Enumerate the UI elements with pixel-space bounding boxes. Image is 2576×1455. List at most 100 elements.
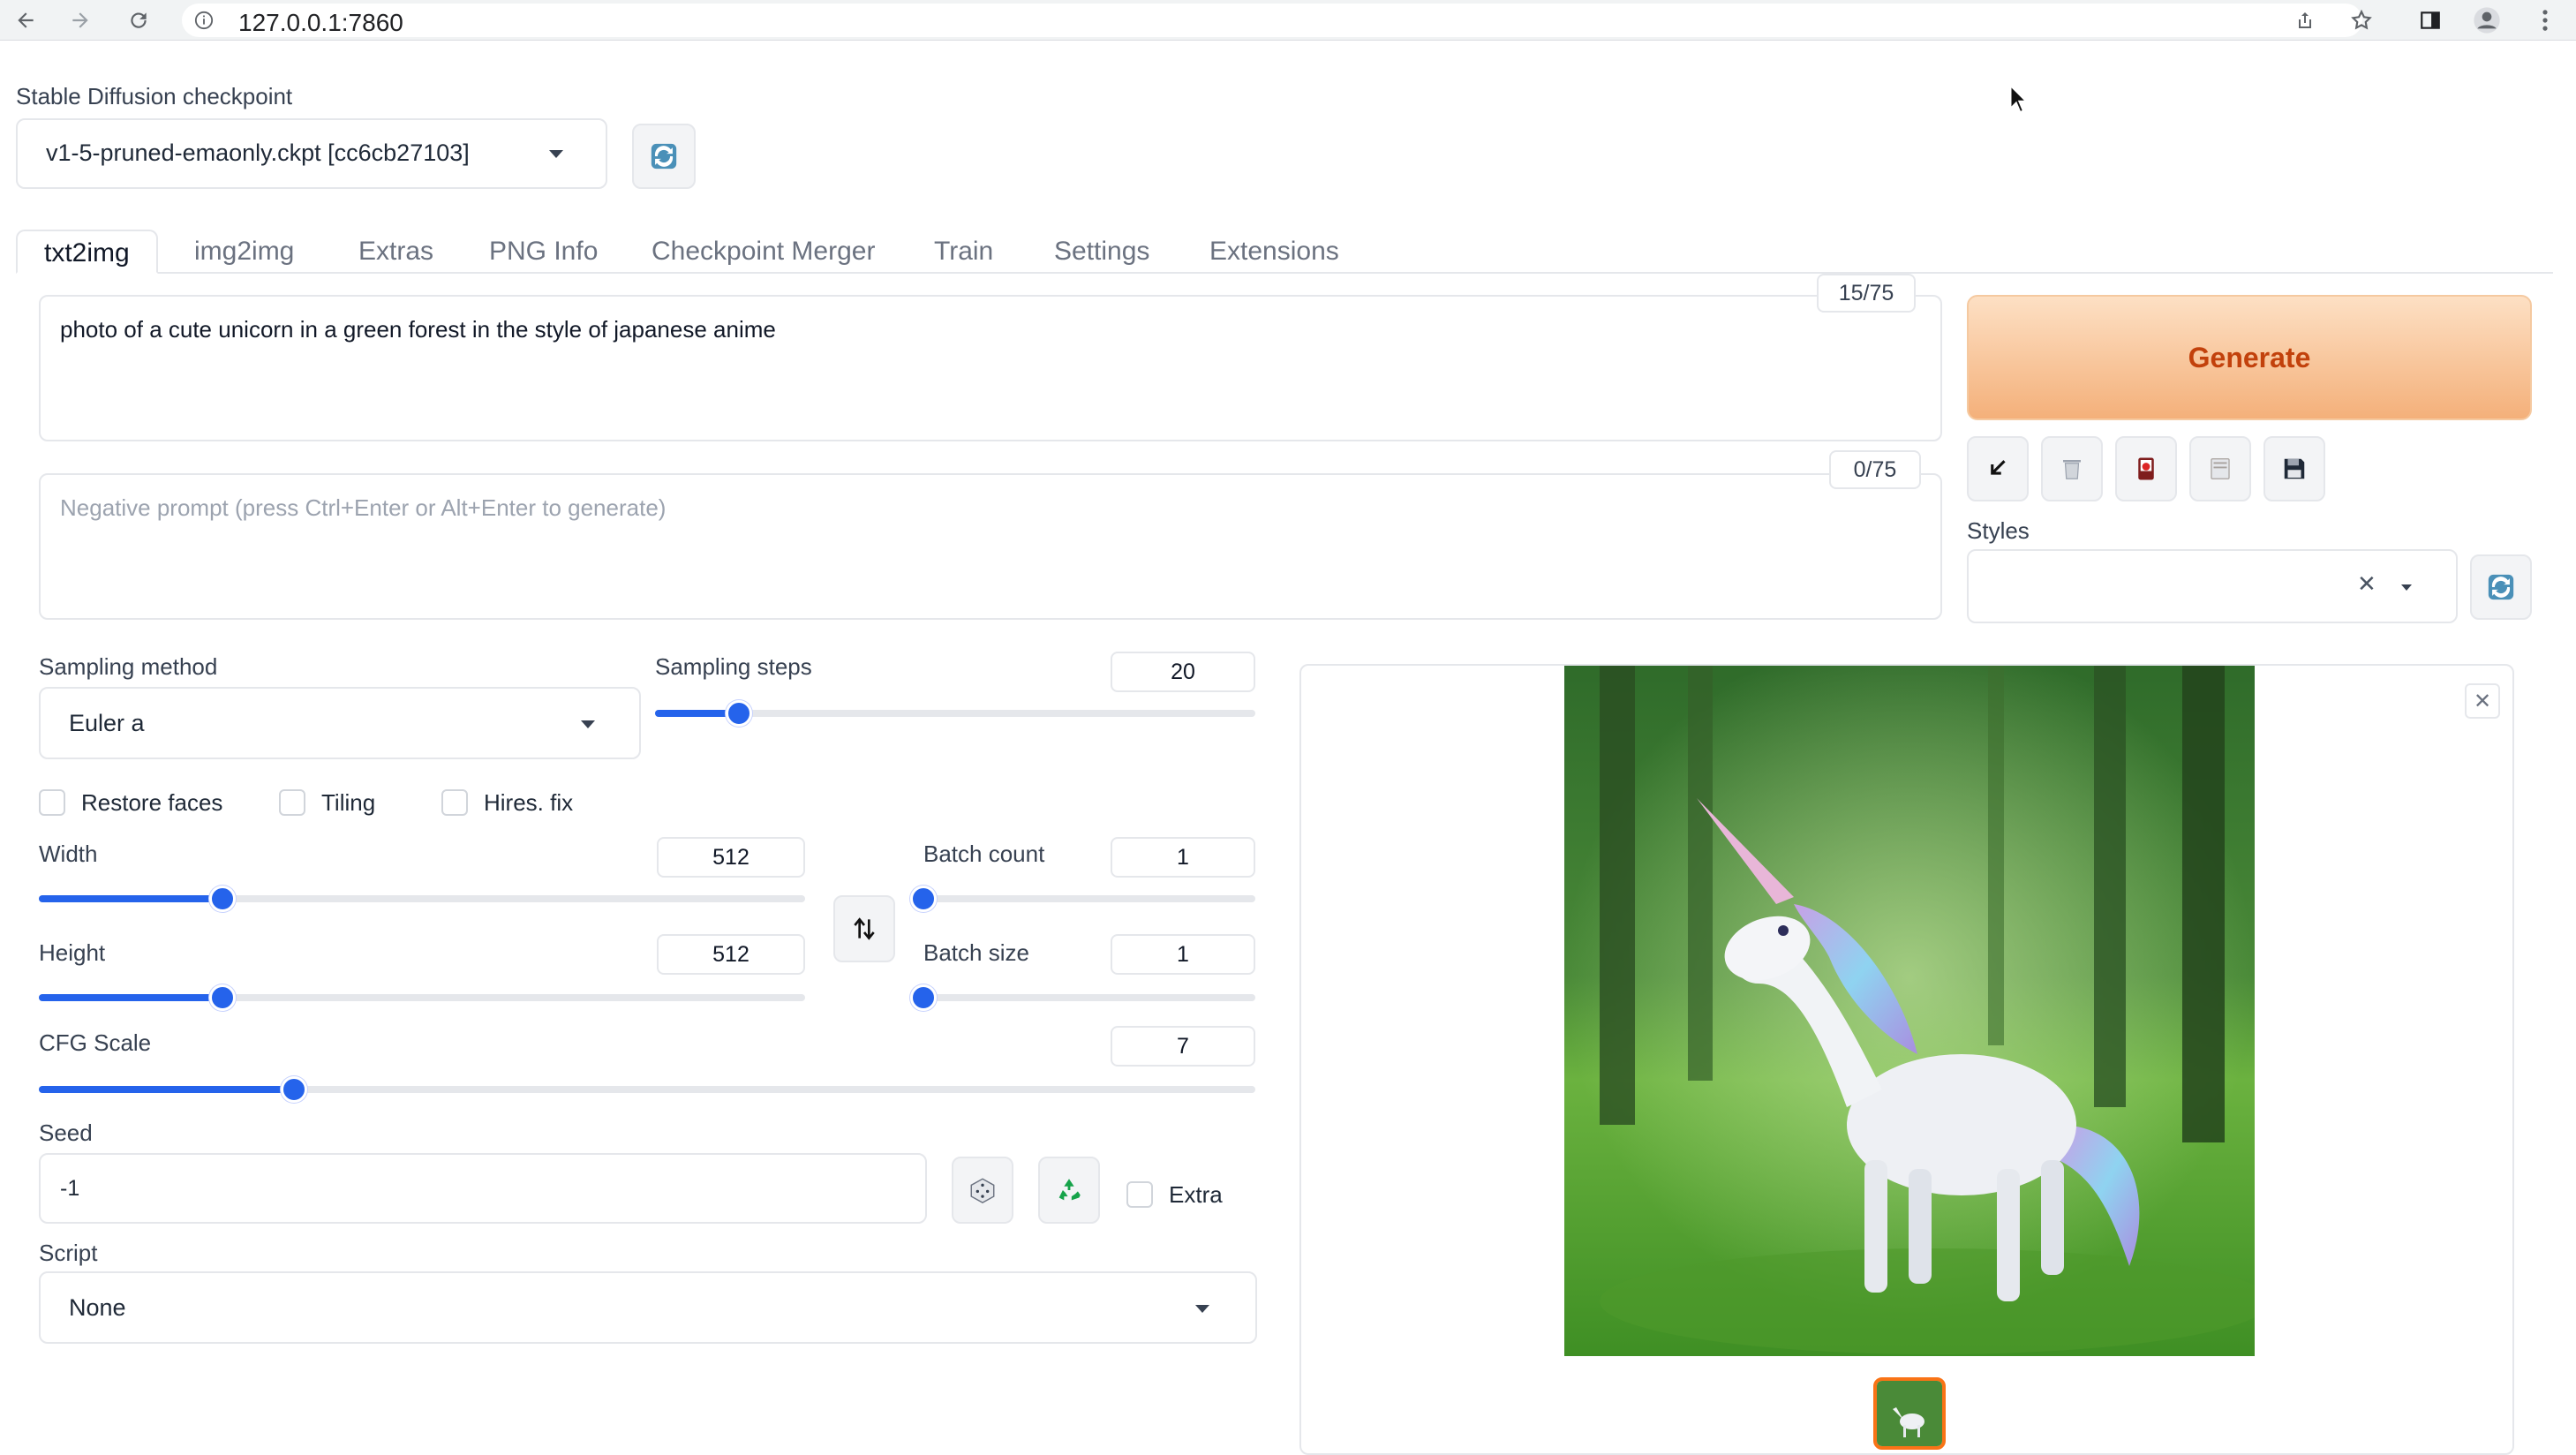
cfg-scale-slider[interactable]	[39, 1076, 1255, 1103]
extra-networks-button[interactable]	[2115, 436, 2177, 501]
slider-fill	[39, 1086, 294, 1093]
extra-seed-checkbox[interactable]	[1126, 1181, 1153, 1208]
chevron-down-icon	[2401, 584, 2412, 591]
recycle-icon	[1058, 1179, 1081, 1201]
tab-png-info[interactable]: PNG Info	[489, 230, 598, 274]
tab-train[interactable]: Train	[934, 230, 993, 274]
tab-img2img[interactable]: img2img	[194, 230, 294, 274]
cfg-scale-label: CFG Scale	[39, 1029, 152, 1056]
tab-txt2img[interactable]: txt2img	[16, 230, 158, 274]
batch-size-slider[interactable]	[910, 984, 1255, 1011]
close-icon: ✕	[2473, 689, 2492, 713]
bookmark-star-icon[interactable]	[2345, 4, 2378, 37]
script-value: None	[69, 1294, 126, 1321]
site-info-icon[interactable]	[194, 11, 214, 30]
sampling-steps-input[interactable]: 20	[1111, 652, 1255, 692]
url-text: 127.0.0.1:7860	[238, 9, 403, 36]
batch-size-label: Batch size	[923, 939, 1029, 966]
slider-thumb[interactable]	[910, 886, 937, 912]
sampling-steps-label: Sampling steps	[655, 653, 812, 680]
browser-menu-icon[interactable]	[2528, 4, 2562, 37]
slider-fill	[39, 895, 222, 902]
swap-arrows-icon	[854, 917, 875, 940]
gallery-thumbnail[interactable]	[1873, 1377, 1946, 1450]
batch-size-input[interactable]: 1	[1111, 934, 1255, 975]
seed-value: -1	[60, 1176, 80, 1201]
script-dropdown[interactable]: None	[39, 1271, 1257, 1344]
side-panel-icon[interactable]	[2414, 4, 2447, 37]
checkpoint-label: Stable Diffusion checkpoint	[16, 83, 293, 109]
prompt-textarea[interactable]: photo of a cute unicorn in a green fores…	[39, 295, 1942, 441]
styles-label: Styles	[1967, 517, 2030, 544]
chevron-down-icon	[581, 720, 595, 728]
apply-styles-button[interactable]	[2189, 436, 2251, 501]
checkpoint-dropdown[interactable]: v1-5-pruned-emaonly.ckpt [cc6cb27103]	[16, 118, 607, 189]
chevron-down-icon	[1195, 1305, 1209, 1313]
slider-thumb[interactable]	[209, 886, 236, 912]
browser-toolbar: 127.0.0.1:7860	[0, 0, 2576, 41]
batch-count-label: Batch count	[923, 841, 1045, 867]
tab-checkpoint-merger[interactable]: Checkpoint Merger	[652, 230, 875, 274]
negative-token-counter: 0/75	[1829, 450, 1921, 489]
sampling-method-dropdown[interactable]: Euler a	[39, 687, 641, 759]
trash-icon	[2063, 460, 2081, 479]
tab-extras[interactable]: Extras	[358, 230, 433, 274]
prompt-token-counter: 15/75	[1817, 274, 1916, 313]
tiling-label: Tiling	[321, 789, 376, 816]
width-input[interactable]: 512	[657, 837, 805, 878]
seed-label: Seed	[39, 1120, 93, 1146]
restore-faces-checkbox[interactable]	[39, 789, 65, 816]
swap-dimensions-button[interactable]	[833, 895, 895, 962]
reuse-seed-button[interactable]	[1038, 1157, 1100, 1224]
close-image-button[interactable]: ✕	[2465, 683, 2500, 719]
restore-faces-label: Restore faces	[81, 789, 223, 816]
seed-input[interactable]: -1	[39, 1153, 927, 1224]
mouse-cursor-icon	[2009, 84, 2029, 119]
tiling-checkbox[interactable]	[279, 789, 305, 816]
batch-count-input[interactable]: 1	[1111, 837, 1255, 878]
hires-fix-checkbox[interactable]	[441, 789, 468, 816]
floppy-disk-icon	[2284, 458, 2305, 479]
sampling-method-label: Sampling method	[39, 653, 218, 680]
tab-extensions[interactable]: Extensions	[1209, 230, 1339, 274]
hires-fix-label: Hires. fix	[484, 789, 574, 816]
height-input[interactable]: 512	[657, 934, 805, 975]
forward-arrow-icon[interactable]	[64, 4, 97, 37]
width-slider[interactable]	[39, 886, 805, 912]
slider-thumb[interactable]	[726, 700, 752, 727]
slider-thumb[interactable]	[910, 984, 937, 1011]
save-style-button[interactable]	[2263, 436, 2325, 501]
prompt-text: photo of a cute unicorn in a green fores…	[60, 316, 776, 343]
address-bar[interactable]: 127.0.0.1:7860	[182, 4, 2362, 37]
clear-prompt-button[interactable]	[2041, 436, 2103, 501]
refresh-icon	[2488, 574, 2514, 600]
height-slider[interactable]	[39, 984, 805, 1011]
styles-dropdown[interactable]: ✕	[1967, 549, 2458, 623]
share-icon[interactable]	[2288, 4, 2322, 37]
refresh-checkpoint-button[interactable]	[632, 124, 696, 189]
generated-image[interactable]	[1564, 666, 2255, 1356]
negative-prompt-textarea[interactable]: Negative prompt (press Ctrl+Enter or Alt…	[39, 473, 1942, 620]
batch-count-slider[interactable]	[910, 886, 1255, 912]
extra-seed-label: Extra	[1169, 1181, 1223, 1208]
slider-thumb[interactable]	[209, 984, 236, 1011]
sampling-method-value: Euler a	[69, 710, 145, 736]
negative-prompt-placeholder: Negative prompt (press Ctrl+Enter or Alt…	[60, 494, 667, 521]
profile-avatar-icon[interactable]	[2470, 4, 2504, 37]
read-params-button[interactable]	[1967, 436, 2029, 501]
script-label: Script	[39, 1240, 98, 1266]
refresh-icon	[651, 143, 677, 170]
cfg-scale-input[interactable]: 7	[1111, 1026, 1255, 1067]
sampling-steps-slider[interactable]	[655, 700, 1255, 727]
dice-icon	[970, 1178, 995, 1203]
slider-thumb[interactable]	[281, 1076, 307, 1103]
slider-fill	[39, 994, 222, 1001]
random-seed-button[interactable]	[952, 1157, 1013, 1224]
tab-settings[interactable]: Settings	[1054, 230, 1149, 274]
back-arrow-icon[interactable]	[9, 4, 42, 37]
refresh-styles-button[interactable]	[2470, 554, 2532, 620]
arrow-down-left-icon	[1991, 460, 2006, 475]
reload-icon[interactable]	[122, 4, 155, 37]
clear-x-icon[interactable]: ✕	[2357, 570, 2376, 598]
generate-button[interactable]: Generate	[1967, 295, 2532, 420]
